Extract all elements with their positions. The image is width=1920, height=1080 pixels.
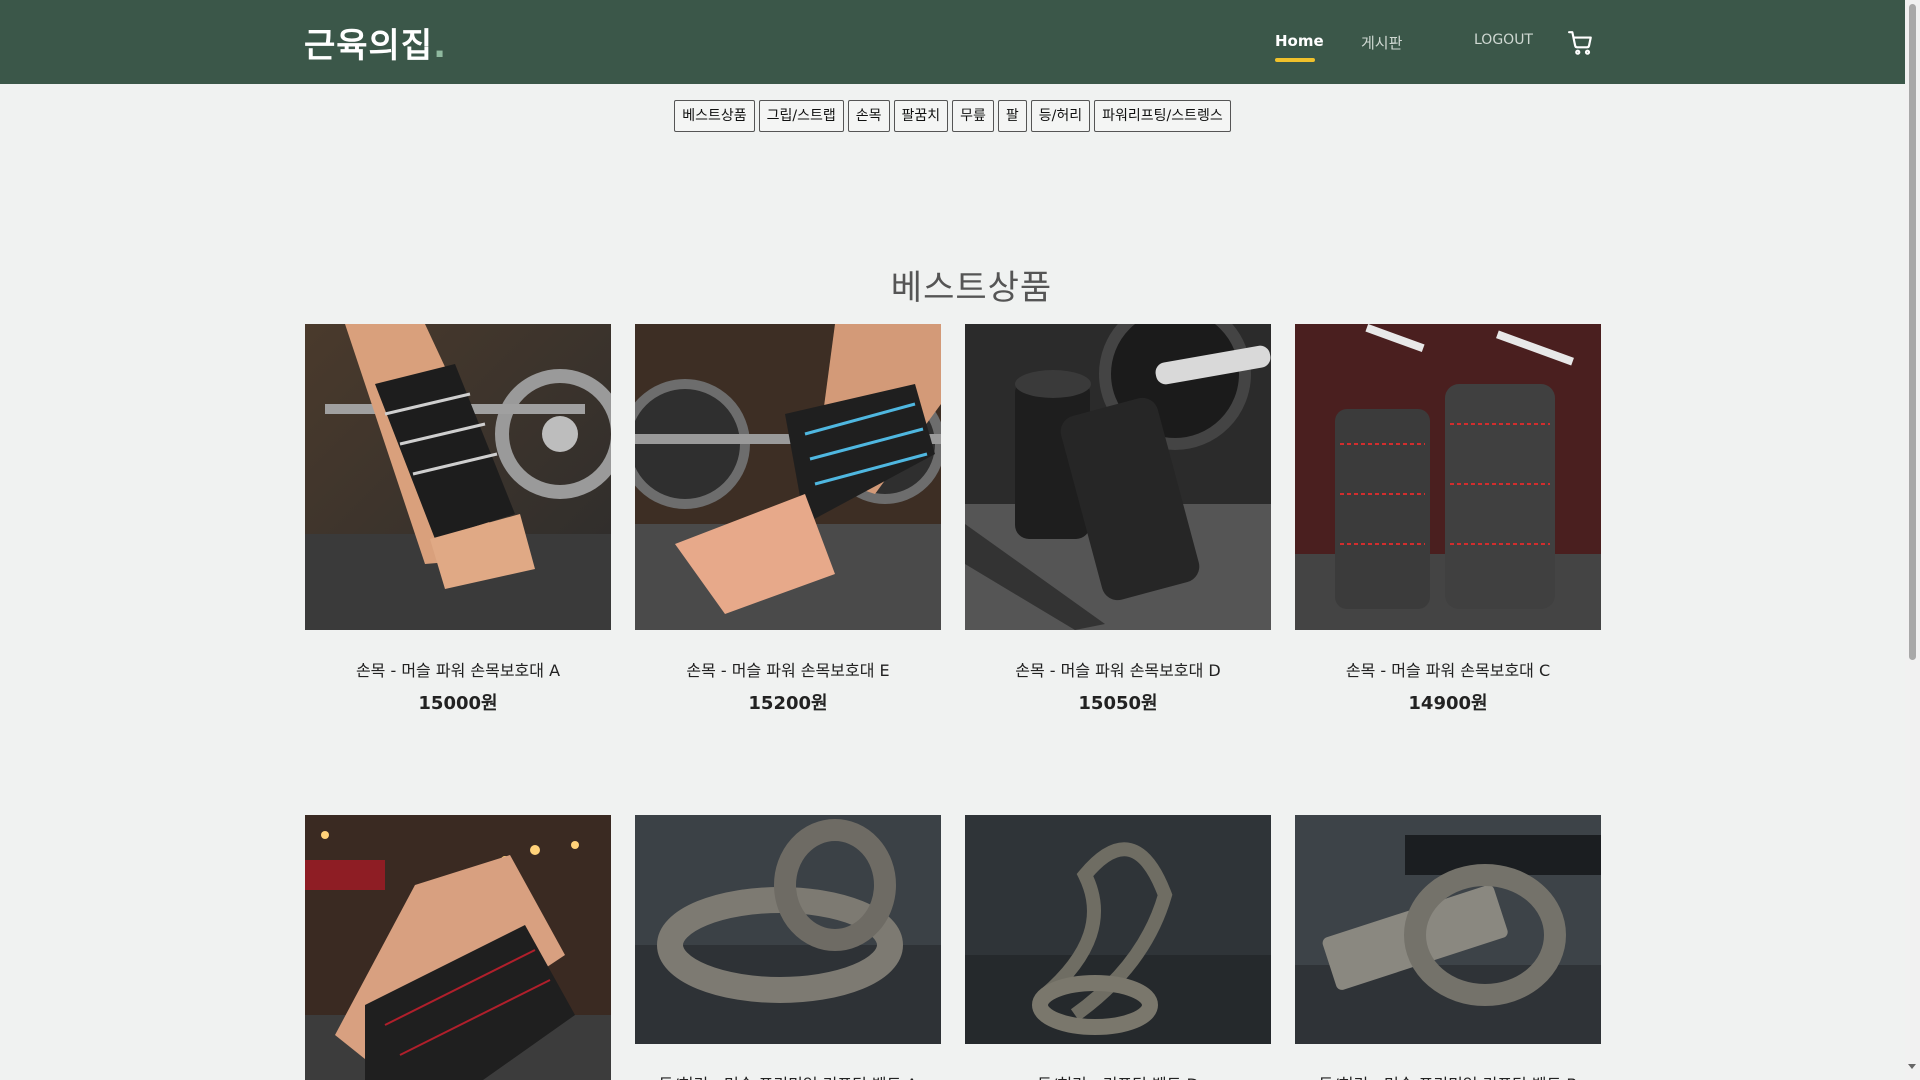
product-image[interactable]	[305, 324, 611, 630]
page-scrollbar[interactable]	[1905, 0, 1920, 1080]
scrollbar-thumb[interactable]	[1909, 4, 1916, 660]
product-card[interactable]: 등/허리 - 머슬 프리미엄 리프팅 벨트 B	[1295, 815, 1601, 1080]
category-button-knee[interactable]: 무릎	[952, 100, 994, 132]
category-button-elbow[interactable]: 팔꿈치	[893, 100, 949, 132]
category-bar: 베스트상품 그립/스트랩 손목 팔꿈치 무릎 팔 등/허리 파워리프팅/스트렝스	[0, 100, 1905, 134]
scroll-down-arrow-icon[interactable]	[1908, 1064, 1916, 1069]
category-button-arm[interactable]: 팔	[997, 100, 1027, 132]
product-name[interactable]: 손목 - 머슬 파워 손목보호대 C	[1295, 657, 1601, 681]
logo-text: 근육의집	[304, 26, 434, 66]
logo-dot: .	[433, 26, 448, 66]
product-image[interactable]	[305, 815, 611, 1080]
product-image[interactable]	[965, 324, 1271, 630]
product-price: 14900원	[1408, 693, 1488, 714]
product-price: 15200원	[748, 693, 828, 714]
product-card[interactable]	[305, 815, 611, 1080]
product-name[interactable]: 등/허리 - 리프팅 벨트 D	[965, 1071, 1271, 1080]
top-nav-bar: 근육의집. Home 게시판 LOGOUT	[0, 0, 1905, 84]
product-name[interactable]: 손목 - 머슬 파워 손목보호대 A	[305, 657, 611, 681]
product-image[interactable]	[1295, 324, 1601, 630]
product-name[interactable]: 등/허리 - 머슬 프리미엄 리프팅 벨트 A	[635, 1071, 941, 1080]
product-price: 15050원	[1078, 693, 1158, 714]
product-card[interactable]: 손목 - 머슬 파워 손목보호대 D 15050원	[965, 324, 1271, 714]
category-button-powerlifting[interactable]: 파워리프팅/스트렝스	[1094, 100, 1231, 132]
nav-board-link[interactable]: 게시판	[1361, 32, 1402, 53]
product-card[interactable]: 손목 - 머슬 파워 손목보호대 E 15200원	[635, 324, 941, 714]
logout-link[interactable]: LOGOUT	[1474, 32, 1533, 48]
cart-icon[interactable]	[1568, 30, 1594, 56]
product-name[interactable]: 손목 - 머슬 파워 손목보호대 E	[635, 657, 941, 681]
product-card[interactable]: 손목 - 머슬 파워 손목보호대 C 14900원	[1295, 324, 1601, 714]
product-image[interactable]	[635, 324, 941, 630]
product-name[interactable]: 등/허리 - 머슬 프리미엄 리프팅 벨트 B	[1295, 1071, 1601, 1080]
product-image[interactable]	[1295, 815, 1601, 1044]
site-logo[interactable]: 근육의집.	[304, 18, 447, 67]
product-card[interactable]: 손목 - 머슬 파워 손목보호대 A 15000원	[305, 324, 611, 714]
page: 근육의집. Home 게시판 LOGOUT 베스트상품 그립/스트랩 손목 팔꿈…	[0, 0, 1905, 1080]
category-button-grip-strap[interactable]: 그립/스트랩	[758, 100, 844, 132]
product-image[interactable]	[635, 815, 941, 1044]
category-button-back-waist[interactable]: 등/허리	[1030, 100, 1091, 132]
section-title: 베스트상품	[890, 268, 1053, 308]
nav-home-link[interactable]: Home	[1275, 32, 1324, 50]
product-name[interactable]: 손목 - 머슬 파워 손목보호대 D	[965, 657, 1271, 681]
product-image[interactable]	[965, 815, 1271, 1044]
product-card[interactable]: 등/허리 - 리프팅 벨트 D	[965, 815, 1271, 1080]
category-button-best[interactable]: 베스트상품	[674, 100, 755, 132]
nav-home-active-indicator	[1275, 58, 1315, 62]
product-price: 15000원	[418, 693, 498, 714]
category-button-wrist[interactable]: 손목	[847, 100, 890, 132]
product-card[interactable]: 등/허리 - 머슬 프리미엄 리프팅 벨트 A	[635, 815, 941, 1080]
